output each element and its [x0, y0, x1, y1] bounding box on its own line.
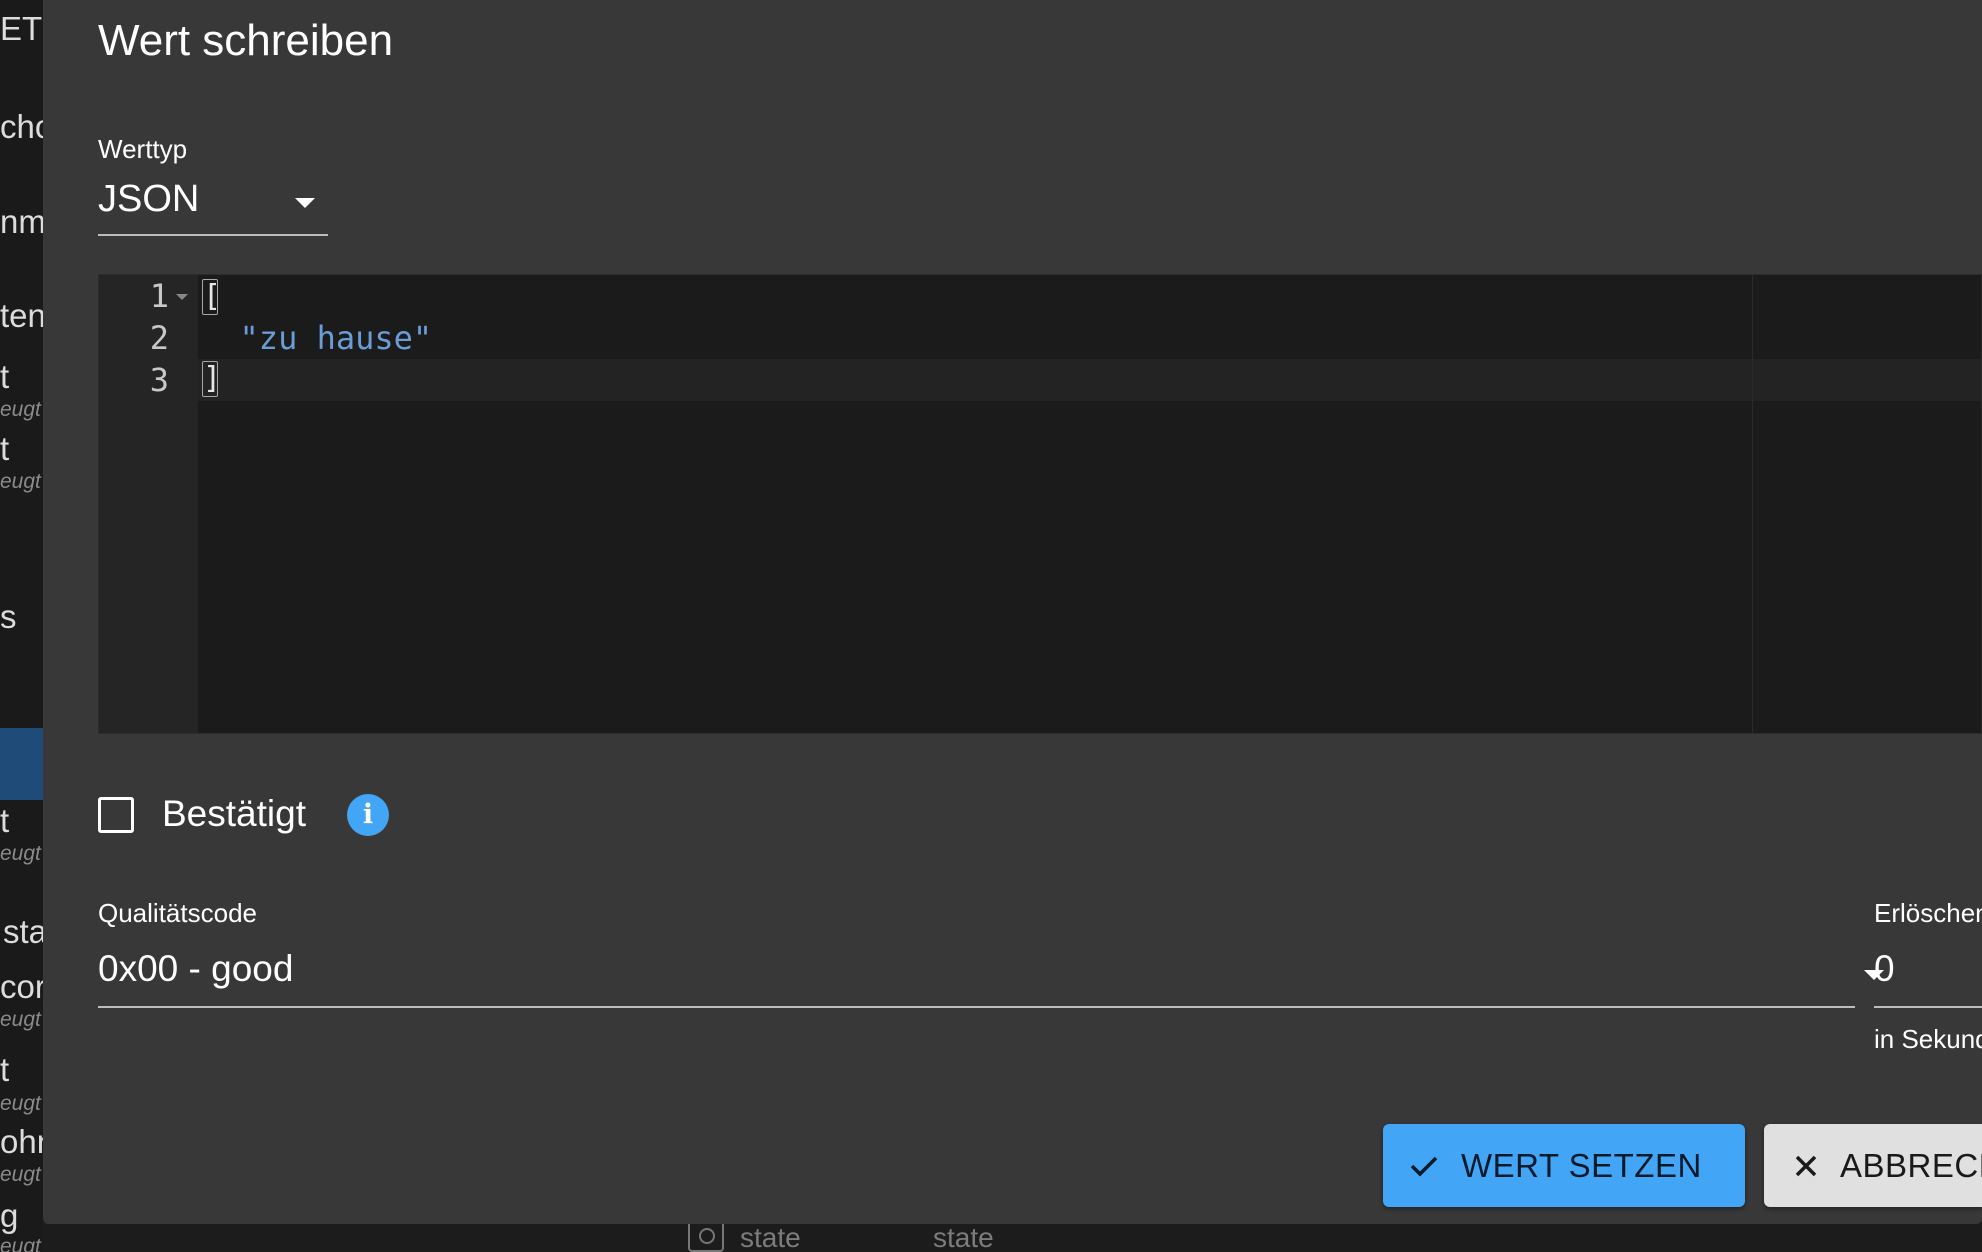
- fold-arrow-icon[interactable]: [176, 294, 188, 300]
- background-text: cor: [0, 968, 43, 1005]
- background-text: nme: [0, 203, 43, 240]
- ack-checkbox[interactable]: [98, 797, 134, 833]
- background-text: sta: [3, 913, 43, 950]
- value-type-selected: JSON: [98, 178, 200, 220]
- background-text: ten: [0, 297, 43, 334]
- background-text: eugt: [0, 1163, 41, 1186]
- background-text: eugt: [0, 470, 41, 493]
- background-text: g: [0, 1197, 19, 1234]
- ack-label: Bestätigt: [162, 793, 306, 834]
- background-text: eugt: [0, 1235, 41, 1252]
- expire-label: Erlöschen: [1874, 898, 1982, 928]
- background-text: ET: [0, 10, 43, 47]
- background-text: ohn: [0, 1123, 43, 1160]
- background-text: t: [0, 1051, 10, 1088]
- background-text: cho: [0, 108, 43, 145]
- expire-input[interactable]: 0: [1874, 938, 1982, 1008]
- check-icon: [1410, 1156, 1438, 1176]
- code-line-1: [: [202, 279, 222, 315]
- background-text: state: [740, 1224, 801, 1252]
- background-text: eugt: [0, 1092, 41, 1115]
- background-text: eugt: [0, 1008, 41, 1031]
- code-line-3: ]: [202, 361, 222, 397]
- background-text: s: [0, 598, 17, 635]
- dialog-title: Wert schreiben: [98, 16, 394, 65]
- expire-helper-text: in Sekunden: [1874, 1024, 1982, 1054]
- background-state-icon: [699, 1228, 715, 1244]
- background-text: state: [933, 1224, 994, 1252]
- background-text: t: [0, 802, 10, 839]
- editor-active-line: [99, 359, 1981, 401]
- json-code-editor[interactable]: 1 2 3 [ "zu hause" ]: [98, 274, 1982, 734]
- close-icon: [1795, 1155, 1817, 1176]
- background-text: t: [0, 358, 10, 395]
- background-selected-row: [0, 728, 43, 800]
- background-text: eugt: [0, 842, 41, 865]
- quality-label: Qualitätscode: [98, 898, 257, 928]
- background-text: t: [0, 430, 10, 467]
- background-tree-panel: ET cho nme ten t eugt t eugt s t eugt sta cor eugt t eu…: [0, 0, 43, 1252]
- set-value-button[interactable]: WERT SETZEN: [1383, 1124, 1745, 1207]
- chevron-down-icon: [295, 198, 315, 208]
- quality-selected: 0x00 - good: [98, 948, 294, 989]
- value-type-label: Werttyp: [98, 134, 188, 164]
- line-number: 3: [149, 361, 169, 399]
- background-text: eugt: [0, 398, 41, 421]
- value-type-select[interactable]: JSON: [98, 172, 328, 236]
- cancel-button[interactable]: ABBRECHEN: [1764, 1124, 1982, 1207]
- quality-select[interactable]: 0x00 - good: [98, 938, 1884, 1008]
- background-bottom-row: state state: [43, 1224, 1982, 1252]
- line-number: 1: [149, 277, 169, 315]
- line-number: 2: [149, 319, 169, 357]
- info-icon[interactable]: i: [347, 794, 389, 836]
- code-line-2: "zu hause": [201, 319, 433, 357]
- set-value-label: WERT SETZEN: [1461, 1146, 1702, 1184]
- expire-value: 0: [1874, 948, 1895, 989]
- editor-gutter: 1 2 3: [99, 275, 198, 733]
- cancel-label: ABBRECHEN: [1840, 1146, 1982, 1184]
- write-value-dialog: Wert schreiben Werttyp JSON 1 2 3 [ "zu …: [43, 0, 1982, 1224]
- editor-print-margin: [1752, 275, 1753, 733]
